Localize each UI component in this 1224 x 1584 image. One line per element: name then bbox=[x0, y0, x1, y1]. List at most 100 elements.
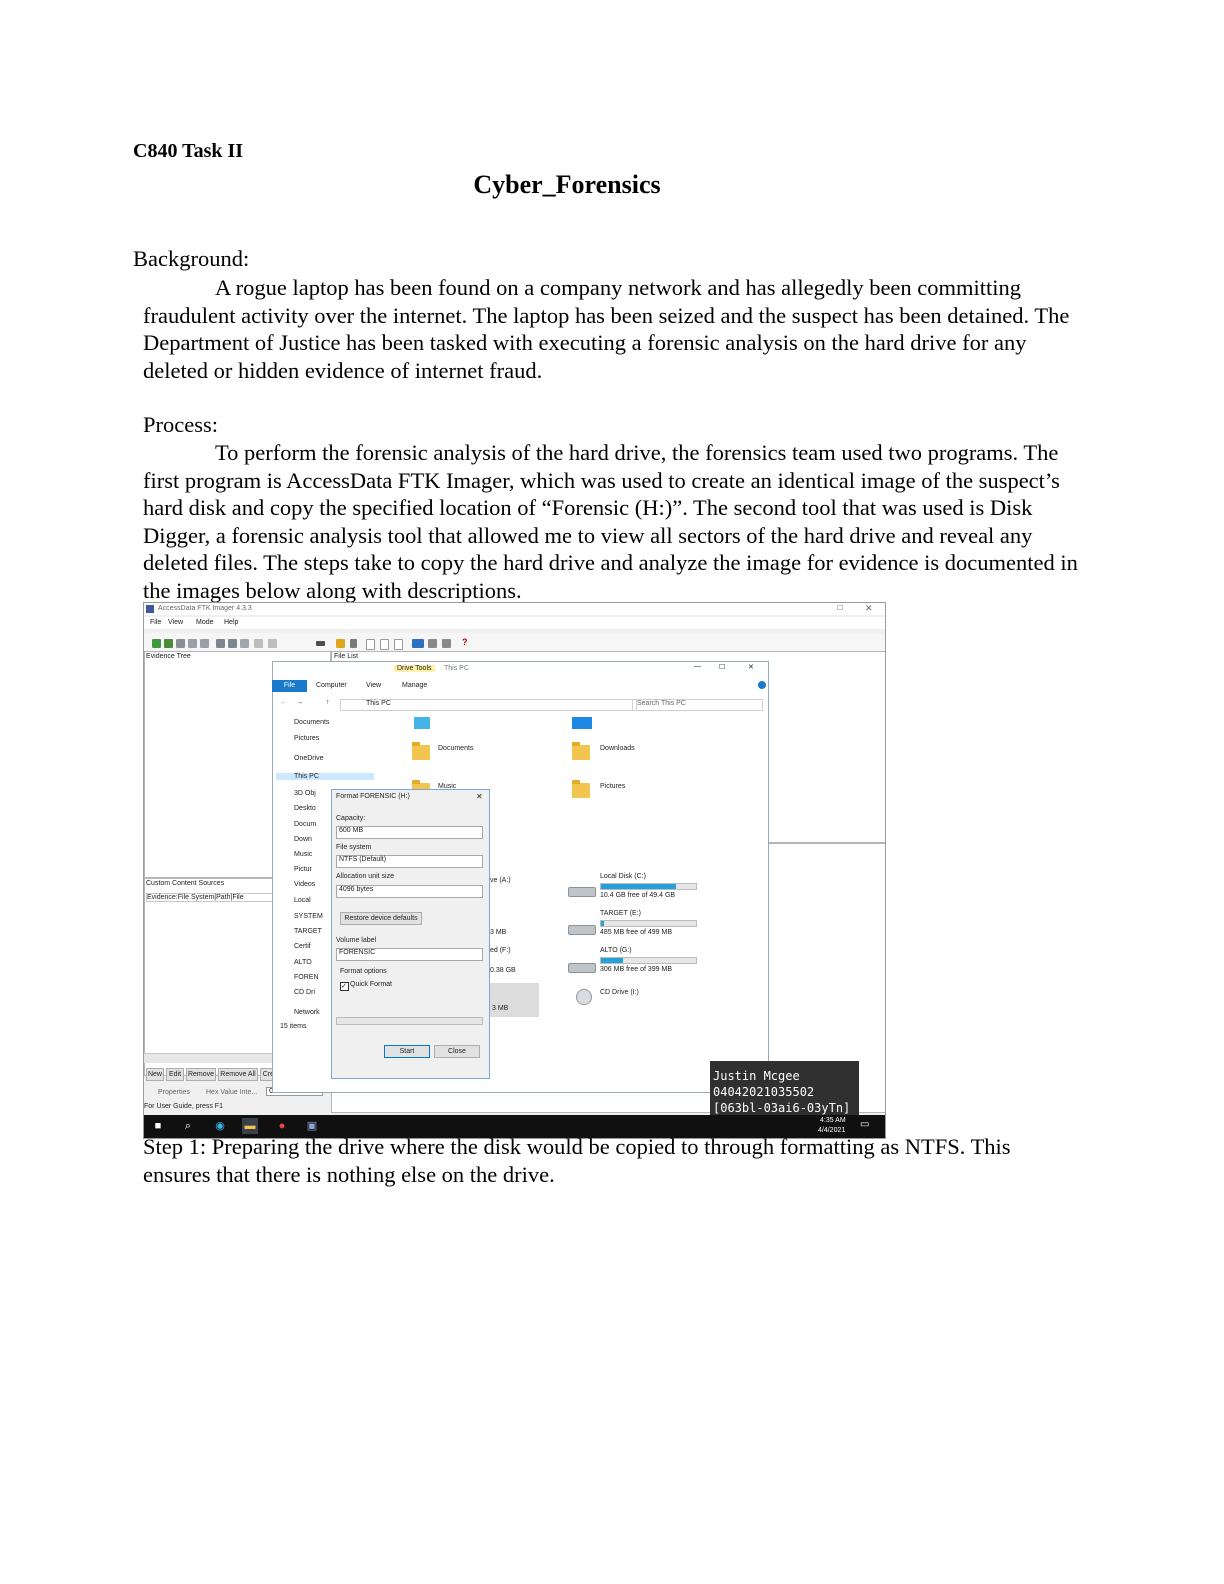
new-button[interactable]: New bbox=[146, 1068, 164, 1081]
maximize-icon[interactable]: ☐ bbox=[837, 604, 843, 612]
image-mount-icon[interactable] bbox=[176, 639, 185, 648]
verify-icon[interactable] bbox=[240, 639, 249, 648]
add-evidence-icon[interactable] bbox=[152, 639, 161, 648]
remove-icon[interactable] bbox=[188, 639, 197, 648]
nav-item-system[interactable]: SYSTEM bbox=[294, 913, 323, 920]
fs-value: NTFS (Default) bbox=[339, 856, 387, 863]
start-button[interactable]: Start bbox=[384, 1045, 430, 1058]
view-icon-3[interactable] bbox=[394, 639, 403, 650]
help-circle-icon[interactable] bbox=[758, 681, 766, 689]
auto-view-icon[interactable] bbox=[442, 639, 451, 648]
cd-drive-icon[interactable] bbox=[576, 989, 592, 1005]
hash-icon[interactable] bbox=[268, 639, 277, 648]
nav-item-this-pc[interactable]: This PC bbox=[276, 773, 374, 780]
export-icon[interactable] bbox=[228, 639, 237, 648]
hex-view-icon[interactable] bbox=[412, 639, 424, 648]
capture-memory-icon[interactable] bbox=[254, 639, 263, 648]
forward-arrow-icon[interactable]: → bbox=[296, 699, 303, 706]
dialog-close-icon[interactable]: ✕ bbox=[476, 792, 483, 801]
ribbon-file-tab[interactable]: File bbox=[272, 680, 307, 692]
explorer-close-icon[interactable]: ✕ bbox=[748, 663, 754, 671]
explorer-maximize-icon[interactable]: ☐ bbox=[719, 663, 725, 671]
ribbon-computer-tab[interactable]: Computer bbox=[316, 682, 347, 689]
tab-properties[interactable]: Properties bbox=[158, 1089, 190, 1096]
desktop-icon[interactable] bbox=[572, 717, 592, 729]
search-icon[interactable] bbox=[350, 639, 357, 648]
alloc-select[interactable]: 4096 bytes bbox=[336, 885, 483, 898]
alto-drive-icon[interactable] bbox=[568, 963, 596, 973]
nav-item-pictures[interactable]: Pictures bbox=[294, 735, 319, 742]
background-heading: Background: bbox=[133, 246, 250, 271]
file-explorer-icon[interactable]: ▬ bbox=[242, 1118, 258, 1134]
menu-view[interactable]: View bbox=[168, 619, 183, 626]
documents-folder-icon[interactable] bbox=[412, 742, 430, 760]
nav-item-alto[interactable]: ALTO bbox=[294, 959, 312, 966]
drive-i-name[interactable]: CD Drive (I:) bbox=[600, 989, 639, 996]
nav-item-forensic[interactable]: FOREN bbox=[294, 974, 319, 981]
start-icon[interactable]: ■ bbox=[150, 1118, 166, 1134]
tab-hex-value[interactable]: Hex Value Inte... bbox=[206, 1089, 257, 1096]
view-icon-1[interactable] bbox=[366, 639, 375, 650]
drive-e-name[interactable]: TARGET (E:) bbox=[600, 910, 641, 917]
nav-item-documents-2[interactable]: Docum bbox=[294, 821, 316, 828]
search-box[interactable]: Search This PC bbox=[632, 699, 763, 711]
close-button[interactable]: Close bbox=[434, 1045, 480, 1058]
up-arrow-icon[interactable]: ↑ bbox=[326, 699, 330, 706]
menu-file[interactable]: File bbox=[150, 619, 161, 626]
pictures-folder-icon[interactable] bbox=[572, 780, 590, 798]
folder-downloads[interactable]: Downloads bbox=[600, 745, 635, 752]
nav-item-onedrive[interactable]: OneDrive bbox=[294, 755, 324, 762]
chrome-icon[interactable]: ● bbox=[274, 1118, 290, 1134]
ftk-taskbar-icon[interactable]: ▣ bbox=[304, 1118, 320, 1134]
folder-pictures[interactable]: Pictures bbox=[600, 783, 625, 790]
nav-item-local[interactable]: Local bbox=[294, 897, 311, 904]
local-disk-icon[interactable] bbox=[568, 887, 596, 897]
capacity-select[interactable]: 600 MB bbox=[336, 826, 483, 839]
close-icon[interactable]: ✕ bbox=[865, 603, 873, 614]
downloads-folder-icon[interactable] bbox=[572, 742, 590, 760]
nav-item-videos[interactable]: Videos bbox=[294, 881, 315, 888]
nav-item-desktop[interactable]: Deskto bbox=[294, 805, 316, 812]
add-all-icon[interactable] bbox=[164, 639, 173, 648]
address-bar[interactable]: This PC bbox=[340, 699, 637, 711]
3d-objects-icon[interactable] bbox=[414, 717, 430, 729]
menu-help[interactable]: Help bbox=[224, 619, 238, 626]
nav-item-cd-drive[interactable]: CD Dri bbox=[294, 989, 315, 996]
fs-select[interactable]: NTFS (Default) bbox=[336, 855, 483, 868]
memory-icon[interactable] bbox=[316, 641, 325, 646]
nav-item-pictures-2[interactable]: Pictur bbox=[294, 866, 312, 873]
create-image-icon[interactable] bbox=[216, 639, 225, 648]
nav-item-documents[interactable]: Documents bbox=[294, 719, 329, 726]
search-taskbar-icon[interactable]: ⌕ bbox=[180, 1118, 196, 1134]
remove-button[interactable]: Remove bbox=[186, 1068, 216, 1081]
volume-label-input[interactable]: FORENSIC bbox=[336, 948, 483, 961]
drive-c-name[interactable]: Local Disk (C:) bbox=[600, 873, 646, 880]
nav-item-music[interactable]: Music bbox=[294, 851, 312, 858]
ribbon-view-tab[interactable]: View bbox=[366, 682, 381, 689]
edge-icon[interactable]: ◉ bbox=[212, 1118, 228, 1134]
remove-all-icon[interactable] bbox=[200, 639, 209, 648]
nav-item-network[interactable]: Network bbox=[294, 1009, 320, 1016]
target-drive-icon[interactable] bbox=[568, 925, 596, 935]
nav-item-downloads[interactable]: Down bbox=[294, 836, 312, 843]
remove-all-button[interactable]: Remove All bbox=[218, 1068, 258, 1081]
restore-defaults-button[interactable]: Restore device defaults bbox=[340, 912, 422, 925]
folder-documents[interactable]: Documents bbox=[438, 745, 473, 752]
drive-g-name[interactable]: ALTO (G:) bbox=[600, 947, 632, 954]
notification-icon[interactable]: ▭ bbox=[860, 1119, 869, 1130]
back-arrow-icon[interactable]: ← bbox=[280, 699, 287, 706]
drive-e-usage-bar bbox=[600, 920, 697, 927]
obtain-protected-icon[interactable] bbox=[336, 639, 345, 648]
edit-button[interactable]: Edit bbox=[166, 1068, 184, 1081]
nav-item-target[interactable]: TARGET bbox=[294, 928, 322, 935]
quick-format-checkbox[interactable]: ✓ bbox=[340, 982, 349, 991]
ribbon-manage-tab[interactable]: Manage bbox=[402, 682, 427, 689]
menu-mode[interactable]: Mode bbox=[196, 619, 214, 626]
nav-item-3d-objects[interactable]: 3D Obj bbox=[294, 790, 316, 797]
view-icon-2[interactable] bbox=[380, 639, 389, 650]
text-view-icon[interactable] bbox=[428, 639, 437, 648]
nav-item-certif[interactable]: Certif bbox=[294, 943, 311, 950]
help-icon[interactable]: ? bbox=[462, 637, 468, 647]
minimize-icon[interactable]: — bbox=[694, 663, 701, 670]
drive-tools-tab[interactable]: Drive Tools bbox=[394, 665, 435, 672]
